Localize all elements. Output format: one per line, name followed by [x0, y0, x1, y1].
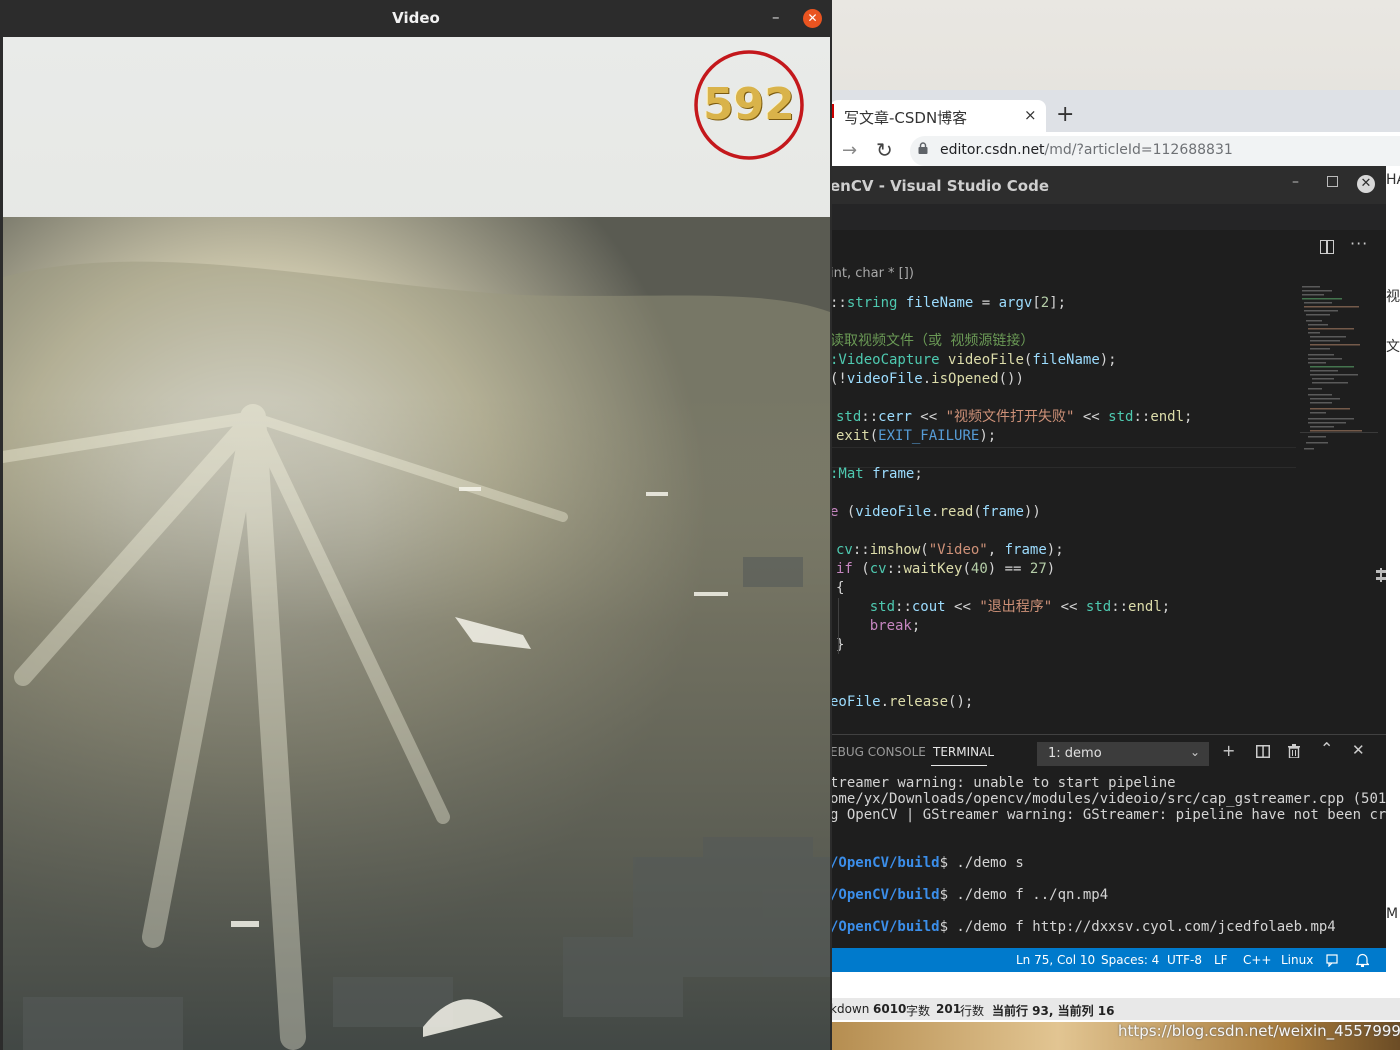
editor-actions: ··· — [830, 230, 1386, 264]
code-line: e (videoFile.read(frame)) — [830, 504, 1041, 520]
terminal-panel: EBUG CONSOLE TERMINAL 1: demo ⌄ + ⌃ ✕ tr… — [830, 734, 1386, 949]
code-line: std::cout << "退出程序" << std::endl; — [869, 599, 1171, 615]
close-icon[interactable]: ✕ — [803, 9, 822, 28]
vscode-title: enCV - Visual Studio Code — [830, 177, 1050, 195]
terminal-select-value: 1: demo — [1048, 746, 1102, 761]
code-editor[interactable]: ::string fileName = argv[2];读取视频文件（或 视频源… — [830, 294, 1296, 734]
code-line: :VideoCapture videoFile(fileName); — [830, 352, 1117, 368]
status-language[interactable]: C++ — [1243, 953, 1272, 967]
minimap[interactable] — [1300, 284, 1378, 464]
footer-lines-value: 201 — [936, 1002, 962, 1016]
video-frame: 592 — [3, 37, 830, 1050]
browser-tabstrip: 写文章-CSDN博客 × + — [830, 90, 1400, 132]
code-line: (!videoFile.isOpened()) — [830, 371, 1024, 387]
new-terminal-icon[interactable]: + — [1222, 741, 1235, 760]
more-actions-icon[interactable]: ··· — [1350, 234, 1368, 253]
terminal-line: treamer warning: unable to start pipelin… — [830, 775, 1176, 791]
forward-arrow-icon[interactable]: → — [842, 140, 857, 161]
code-line: 读取视频文件（或 视频源链接） — [830, 333, 1035, 349]
new-tab-button[interactable]: + — [1056, 102, 1074, 127]
edge-fragment: M — [1386, 906, 1399, 922]
editor-tabs — [830, 204, 1386, 230]
csdn-watermark: https://blog.csdn.net/weixin_45579994 — [1118, 1022, 1400, 1040]
terminal-line: /OpenCV/build$ ./demo f http://dxxsv.cyo… — [830, 919, 1336, 935]
split-editor-icon[interactable] — [1320, 240, 1334, 254]
code-line: { — [836, 580, 845, 596]
status-cursor-position[interactable]: Ln 75, Col 10 — [1016, 953, 1095, 967]
terminal-line: g OpenCV | GStreamer warning: GStreamer:… — [830, 807, 1386, 823]
terminal-line: /OpenCV/build$ ./demo f ../qn.mp4 — [830, 887, 1109, 903]
reload-icon[interactable]: ↻ — [876, 138, 893, 162]
url-path: /md/?articleId=112688831 — [1044, 142, 1233, 158]
code-line: :Mat frame; — [830, 466, 923, 482]
split-terminal-icon[interactable] — [1256, 745, 1270, 758]
maximize-icon[interactable] — [1327, 176, 1338, 187]
vscode-titlebar: enCV - Visual Studio Code – ✕ — [830, 166, 1386, 204]
bell-icon[interactable] — [1356, 953, 1369, 967]
status-indentation[interactable]: Spaces: 4 — [1101, 953, 1159, 967]
active-tab-indicator — [931, 765, 987, 766]
url-host: editor.csdn.net — [940, 142, 1045, 158]
editor-scrollbar[interactable] — [1378, 284, 1386, 734]
video-titlebar: Video – ✕ — [0, 0, 832, 37]
frame-counter-number: 592 — [703, 79, 795, 130]
feedback-icon[interactable] — [1326, 953, 1340, 967]
url-text: editor.csdn.net/md/?articleId=112688831 — [940, 142, 1233, 158]
footer-chars-value: 6010 — [873, 1002, 907, 1016]
edge-fragment: 视频 — [1386, 289, 1400, 305]
edge-fragment: 文 — [1386, 339, 1400, 355]
footer-chars-label: 字数 — [906, 1004, 931, 1018]
code-line: cv::imshow("Video", frame); — [836, 542, 1064, 558]
browser-tab[interactable]: 写文章-CSDN博客 × — [830, 100, 1046, 132]
terminal-line: ome/yx/Downloads/opencv/modules/videoio/… — [830, 791, 1386, 807]
close-panel-icon[interactable]: ✕ — [1352, 741, 1365, 759]
minimize-icon[interactable]: – — [772, 8, 780, 26]
browser-toolbar: → ↻ editor.csdn.net/md/?articleId=112688… — [830, 132, 1400, 170]
close-icon[interactable]: ✕ — [1357, 175, 1375, 193]
code-line: break; — [869, 618, 921, 634]
tab-close-icon[interactable]: × — [1024, 106, 1037, 124]
code-line: ::string fileName = argv[2]; — [830, 295, 1067, 311]
code-line: exit(EXIT_FAILURE); — [836, 428, 997, 444]
lock-icon — [918, 142, 928, 154]
terminal-line: /OpenCV/build$ ./demo s — [830, 855, 1024, 871]
footer-mode: kdown — [830, 1002, 870, 1016]
terminal-select[interactable]: 1: demo ⌄ — [1037, 742, 1209, 766]
status-os[interactable]: Linux — [1281, 953, 1313, 967]
browser-tab-title: 写文章-CSDN博客 — [844, 109, 968, 127]
chevron-down-icon: ⌄ — [1190, 745, 1201, 759]
minimize-icon[interactable]: – — [1292, 174, 1299, 190]
video-window-title: Video — [392, 9, 440, 27]
status-eol[interactable]: LF — [1214, 953, 1228, 967]
terminal-output[interactable]: treamer warning: unable to start pipelin… — [830, 771, 1386, 941]
editor-status-footer: kdown 6010 字数 201 行数 当前行 93, 当前列 16 — [830, 998, 1400, 1020]
code-line: if (cv::waitKey(40) == 27) — [836, 561, 1056, 577]
code-line: std::cerr << "视频文件打开失败" << std::endl; — [836, 409, 1193, 425]
video-frame-image — [3, 37, 830, 1050]
trash-icon[interactable] — [1288, 744, 1300, 758]
maximize-panel-icon[interactable]: ⌃ — [1320, 739, 1333, 758]
indent-guide — [838, 598, 839, 654]
edge-fragment: HA — [1386, 172, 1400, 188]
status-encoding[interactable]: UTF-8 — [1167, 953, 1202, 967]
tab-terminal[interactable]: TERMINAL — [933, 745, 994, 759]
address-bar[interactable]: editor.csdn.net/md/?articleId=112688831 — [910, 136, 1400, 166]
vscode-window: enCV - Visual Studio Code – ✕ ··· int, c… — [830, 166, 1386, 972]
status-bar: Ln 75, Col 10 Spaces: 4 UTF-8 LF C++ Lin… — [830, 948, 1386, 972]
footer-lines-label: 行数 — [960, 1004, 985, 1018]
code-line: eoFile.release(); — [830, 694, 974, 710]
scroll-position-marker — [1376, 568, 1386, 582]
footer-position: 当前行 93, 当前列 16 — [992, 1004, 1115, 1018]
page-right-edge: HA 视频 文 M — [1386, 160, 1400, 940]
breadcrumb[interactable]: int, char * []) — [830, 266, 914, 281]
video-window: Video – ✕ 592 — [0, 0, 832, 1050]
tab-debug-console[interactable]: EBUG CONSOLE — [830, 745, 926, 759]
